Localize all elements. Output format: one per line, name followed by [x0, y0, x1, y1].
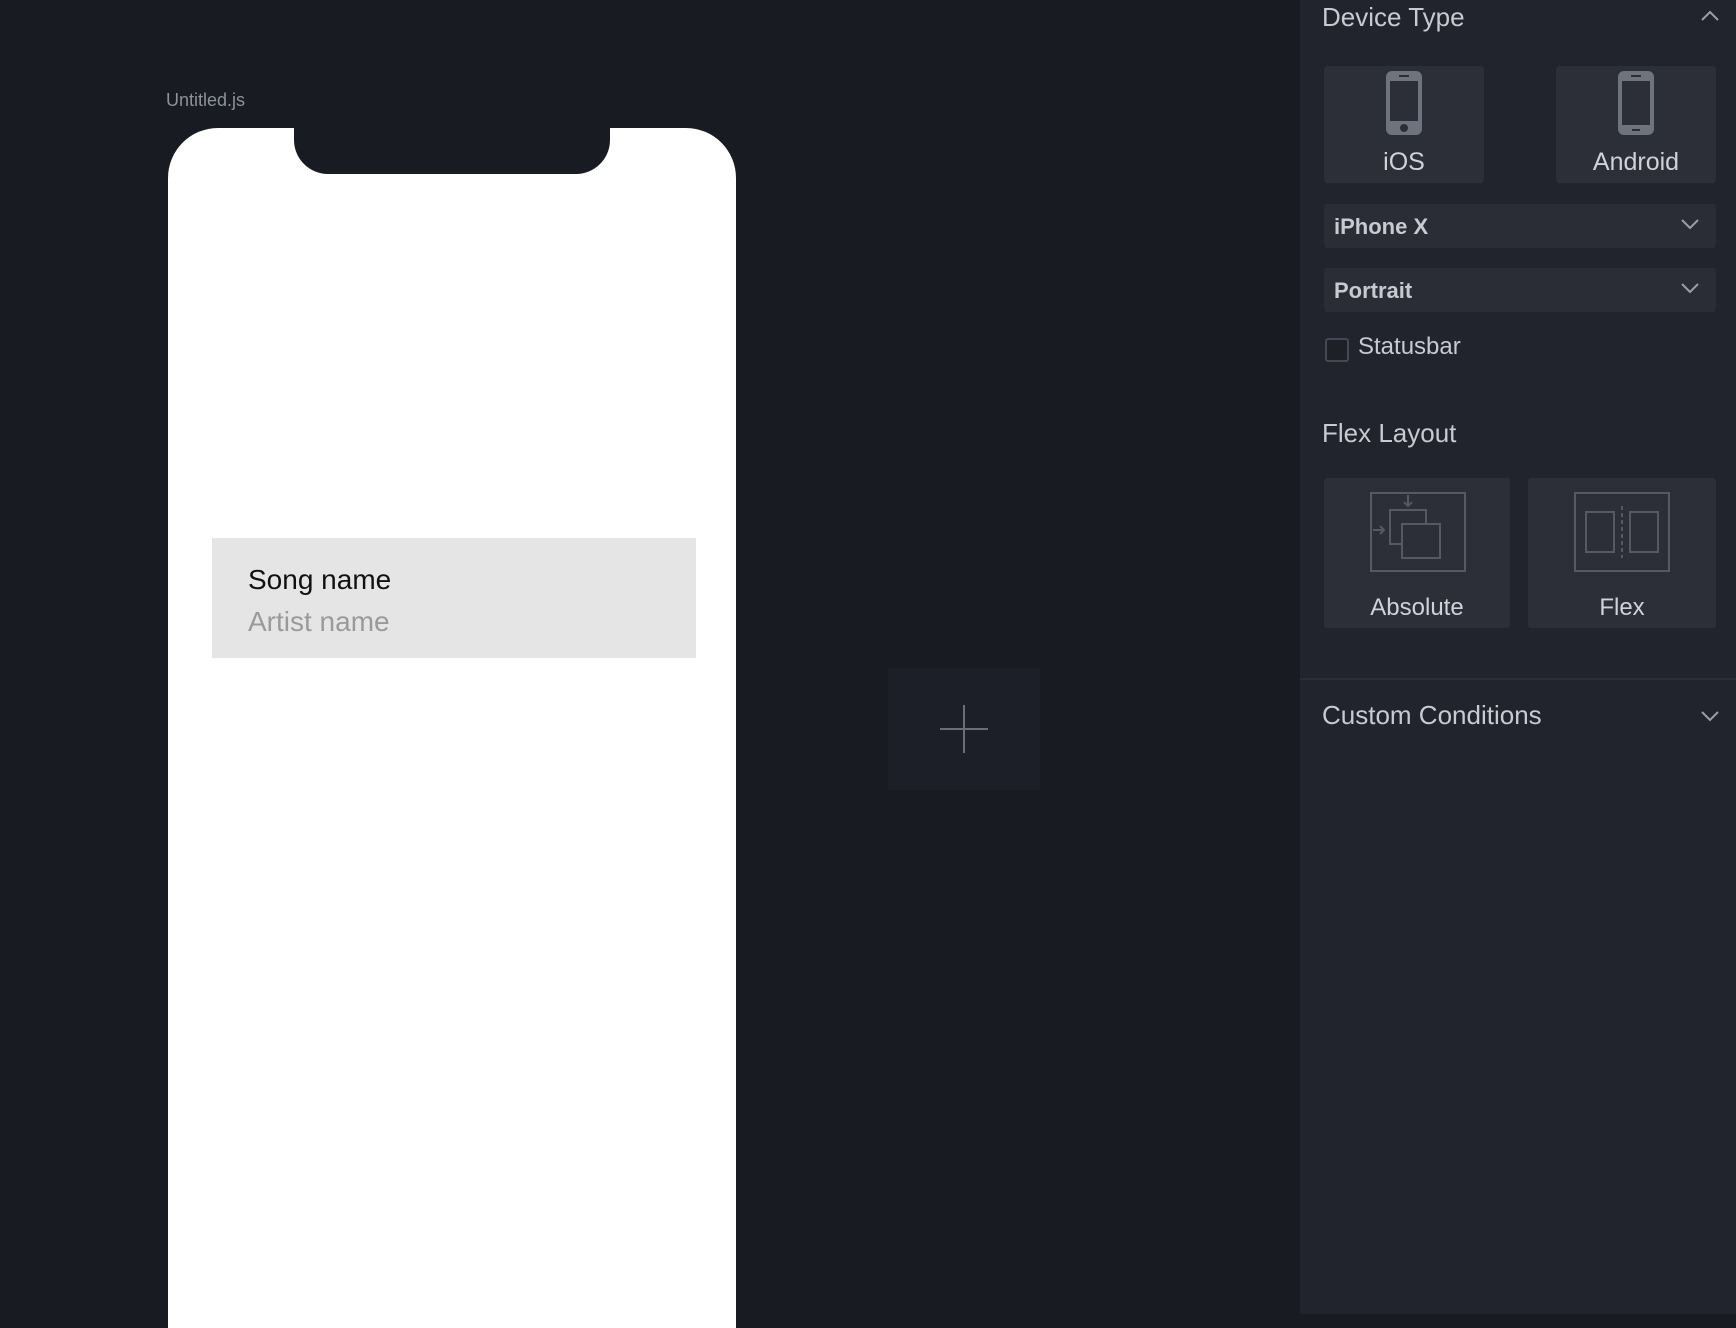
- device-option-ios[interactable]: iOS: [1324, 66, 1484, 183]
- phone-preview[interactable]: Song name Artist name: [168, 128, 736, 1328]
- custom-conditions-title[interactable]: Custom Conditions: [1322, 700, 1542, 731]
- device-option-label: Android: [1592, 148, 1680, 176]
- layout-option-absolute[interactable]: Absolute: [1324, 478, 1510, 628]
- statusbar-checkbox[interactable]: [1325, 338, 1349, 362]
- song-name-text: Song name: [248, 564, 392, 595]
- chevron-down-icon[interactable]: [1700, 710, 1720, 722]
- flex-layout-icon: [1574, 492, 1670, 572]
- properties-panel: Device Type iOS Android iPhone X Portrai…: [1300, 0, 1736, 1314]
- flex-layout-title: Flex Layout: [1322, 418, 1457, 448]
- orientation-select[interactable]: Portrait: [1324, 268, 1716, 312]
- phone-notch: [294, 128, 610, 174]
- device-option-label: iOS: [1383, 148, 1425, 176]
- statusbar-label: Statusbar: [1358, 333, 1461, 360]
- section-divider: [1300, 678, 1736, 680]
- device-model-select[interactable]: iPhone X: [1324, 204, 1716, 248]
- device-type-title: Device Type: [1322, 2, 1465, 32]
- plus-icon: [940, 705, 988, 753]
- design-canvas[interactable]: Untitled.js Song name Artist name: [0, 0, 1300, 1328]
- file-name-label: Untitled.js: [166, 90, 246, 110]
- absolute-layout-icon: [1370, 492, 1466, 572]
- device-model-value: iPhone X: [1334, 214, 1429, 239]
- phone-icon: [1618, 71, 1654, 135]
- orientation-value: Portrait: [1334, 278, 1413, 303]
- chevron-down-icon: [1681, 219, 1699, 230]
- device-option-android[interactable]: Android: [1556, 66, 1716, 183]
- layout-option-flex[interactable]: Flex: [1528, 478, 1716, 628]
- phone-icon: [1386, 71, 1422, 135]
- layout-option-label: Flex: [1599, 594, 1645, 621]
- chevron-down-icon: [1681, 283, 1699, 294]
- chevron-up-icon[interactable]: [1700, 10, 1720, 22]
- list-item[interactable]: Song name Artist name: [212, 538, 696, 658]
- add-screen-button[interactable]: [888, 668, 1040, 790]
- layout-option-label: Absolute: [1370, 594, 1464, 621]
- artist-name-text: Artist name: [248, 606, 390, 637]
